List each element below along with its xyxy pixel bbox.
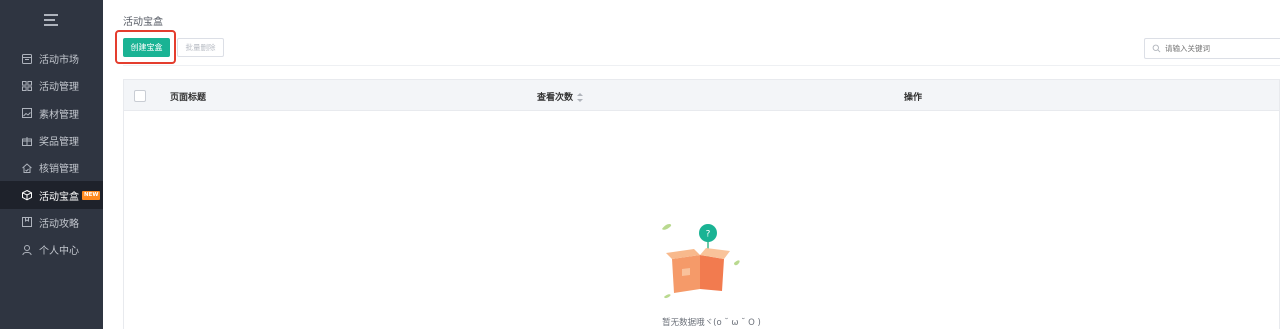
- search-box[interactable]: [1144, 38, 1280, 59]
- sidebar-item-label: 个人中心: [39, 246, 79, 258]
- sidebar-item-label: 活动攻略: [39, 218, 79, 230]
- header-divider: [123, 65, 1280, 66]
- sidebar-item-label: 活动市场: [39, 55, 79, 67]
- sort-icon[interactable]: [577, 93, 584, 102]
- empty-state: ? 暂无数据哦ヾ(o ˘ ω ˘ O ): [124, 111, 1279, 329]
- column-header-views[interactable]: 查看次数: [537, 90, 584, 103]
- sidebar-item-personal-center[interactable]: 个人中心: [0, 236, 103, 263]
- select-all-checkbox[interactable]: [134, 90, 146, 102]
- sidebar-item-label: 奖品管理: [39, 137, 79, 149]
- bookmark-icon: [21, 216, 33, 228]
- sidebar-item-activity-manage[interactable]: 活动管理: [0, 72, 103, 99]
- search-icon: [1152, 44, 1161, 53]
- bulk-delete-button[interactable]: 批量删除: [177, 38, 224, 57]
- sidebar-item-label: 核销管理: [39, 164, 79, 176]
- sidebar-item-label: 活动管理: [39, 82, 79, 94]
- sidebar-item-activity-guide[interactable]: 活动攻略: [0, 209, 103, 236]
- sidebar-item-label: 素材管理: [39, 109, 79, 121]
- empty-box-illustration: ?: [662, 224, 740, 299]
- grid-icon: [21, 80, 33, 92]
- column-header-title: 页面标题: [170, 93, 207, 103]
- sidebar: 活动市场 活动管理 素材管理 奖品管理 核销管理 活动宝盒 NEW 活动攻略 个…: [0, 0, 103, 329]
- sidebar-item-activity-market[interactable]: 活动市场: [0, 45, 103, 72]
- data-table: 页面标题 查看次数 操作 ? 暂无数据哦ヾ(o ˘ ω ˘ O): [123, 79, 1280, 329]
- calendar-icon: [21, 53, 33, 65]
- breadcrumb: 活动宝盒: [123, 17, 163, 28]
- sidebar-item-activity-box[interactable]: 活动宝盒 NEW: [0, 181, 103, 209]
- sidebar-item-prize-manage[interactable]: 奖品管理: [0, 127, 103, 154]
- box-icon: [21, 189, 33, 201]
- sidebar-nav: 活动市场 活动管理 素材管理 奖品管理 核销管理 活动宝盒 NEW 活动攻略 个…: [0, 45, 103, 263]
- empty-message: 暂无数据哦ヾ(o ˘ ω ˘ O ): [662, 318, 761, 328]
- svg-text:?: ?: [706, 230, 711, 240]
- new-badge: NEW: [82, 190, 101, 200]
- sidebar-item-label: 活动宝盒: [39, 191, 79, 203]
- home-check-icon: [21, 162, 33, 174]
- collapse-menu-icon[interactable]: [44, 14, 60, 28]
- search-input[interactable]: [1165, 44, 1275, 53]
- gift-icon: [21, 135, 33, 147]
- sidebar-item-material-manage[interactable]: 素材管理: [0, 100, 103, 127]
- sidebar-item-verification-manage[interactable]: 核销管理: [0, 154, 103, 181]
- create-box-button[interactable]: 创建宝盒: [123, 38, 170, 57]
- app-root: 活动市场 活动管理 素材管理 奖品管理 核销管理 活动宝盒 NEW 活动攻略 个…: [0, 0, 1280, 329]
- column-header-actions: 操作: [904, 93, 923, 103]
- table-header: 页面标题 查看次数 操作: [124, 80, 1279, 111]
- column-header-views-label: 查看次数: [537, 93, 574, 103]
- main-content: 活动宝盒 创建宝盒 批量删除 页面标题 查看次数 操作: [103, 0, 1280, 329]
- user-icon: [21, 244, 33, 256]
- image-icon: [21, 107, 33, 119]
